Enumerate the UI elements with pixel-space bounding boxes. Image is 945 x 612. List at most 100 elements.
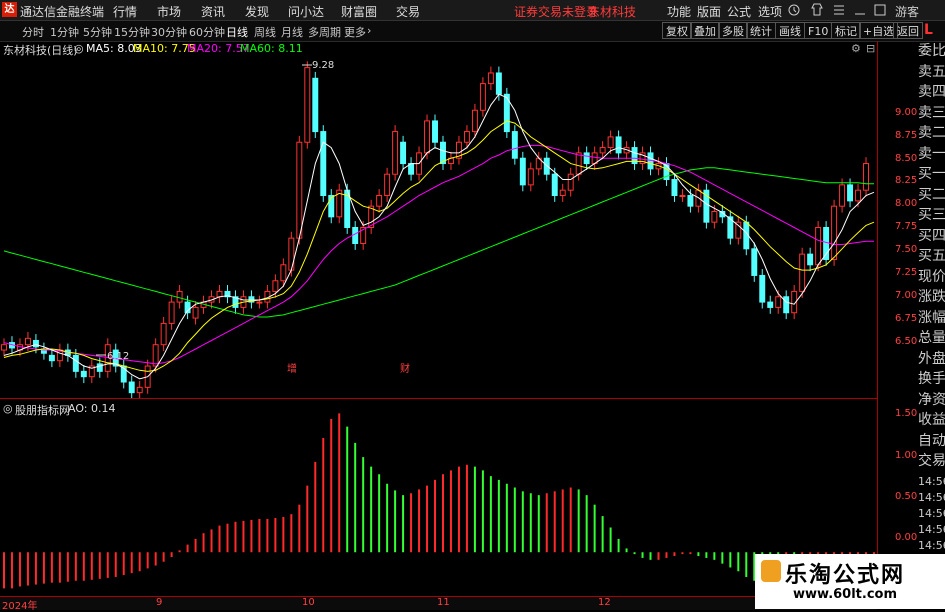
- period-30min[interactable]: 30分钟: [151, 24, 187, 40]
- candle-body: [615, 136, 622, 154]
- history-icon[interactable]: [788, 4, 800, 16]
- pane-separator: [0, 398, 877, 399]
- menu-item-ask[interactable]: 问小达: [288, 3, 324, 20]
- chevron-right-icon[interactable]: ›: [367, 24, 371, 37]
- candle-body: [575, 152, 582, 175]
- candle-body: [136, 386, 143, 394]
- period-1min[interactable]: 1分钟: [50, 24, 79, 40]
- candle-body: [551, 173, 558, 197]
- side-panel-label: 卖五: [918, 63, 945, 80]
- side-panel-label: 14:56: [918, 538, 945, 552]
- overlay-button[interactable]: 叠加: [690, 22, 720, 39]
- f10-button[interactable]: F10: [804, 22, 833, 39]
- date-label: 10: [302, 597, 315, 608]
- date-axis: 2024年 9 10 11 12: [0, 596, 877, 612]
- high-price-label: 9.28: [312, 60, 335, 71]
- candle-body: [687, 195, 694, 207]
- side-panel-label: 卖二: [918, 125, 945, 141]
- candle-body: [304, 67, 311, 143]
- price-tick: 7.25: [895, 267, 918, 278]
- candle-body: [799, 253, 806, 292]
- period-daily[interactable]: 日线: [226, 24, 248, 40]
- quote-side-panel: 委比 卖五 卖四 卖三 卖二 卖一 买一 买二 买三 买四 买五 现价 涨跌 涨幅 总量 外盘 换手 净资 收益 自动…: [918, 41, 945, 584]
- candle-body: [831, 205, 838, 260]
- minimize-icon[interactable]: [854, 4, 866, 16]
- indicator-title: 股朋指标网: [15, 404, 70, 417]
- side-panel-label: 涨幅: [918, 309, 945, 326]
- candle-body: [519, 157, 526, 186]
- candle-body: [839, 184, 846, 207]
- candle-body: [607, 136, 614, 149]
- menu-lines-icon[interactable]: [833, 4, 845, 16]
- menu-item-market[interactable]: 市场: [157, 3, 181, 20]
- side-panel-label: 卖一: [918, 145, 945, 162]
- menu-item-news[interactable]: 资讯: [201, 3, 225, 20]
- candle-body: [479, 83, 486, 111]
- period-15min[interactable]: 15分钟: [114, 24, 150, 40]
- candle-body: [392, 131, 399, 175]
- menu-item-options[interactable]: 选项: [758, 3, 782, 20]
- side-panel-label: 卖四: [918, 84, 945, 100]
- price-chart[interactable]: [0, 41, 877, 398]
- draw-line-button[interactable]: 画线: [775, 22, 805, 39]
- maximize-icon[interactable]: [874, 4, 886, 16]
- ao-tick: 0.00: [895, 532, 918, 543]
- candle-body: [216, 290, 223, 298]
- period-5min[interactable]: 5分钟: [83, 24, 112, 40]
- price-tick: 7.00: [895, 290, 918, 301]
- side-panel-label: 自动: [918, 432, 945, 449]
- ao-tick: 1.00: [895, 450, 918, 461]
- menu-item-wealth[interactable]: 财富圈: [341, 3, 377, 20]
- event-mark-increase[interactable]: 增: [287, 360, 297, 375]
- stats-button[interactable]: 统计: [746, 22, 776, 39]
- candle-body: [855, 189, 862, 202]
- period-60min[interactable]: 60分钟: [189, 24, 225, 40]
- candle-body: [352, 226, 359, 244]
- guest-user[interactable]: 游客: [895, 3, 919, 20]
- skin-icon[interactable]: [811, 3, 823, 16]
- login-notice[interactable]: 证券交易未登录: [514, 3, 598, 20]
- side-panel-label: 净资: [918, 391, 945, 408]
- candle-body: [48, 354, 55, 362]
- candle-body: [511, 131, 518, 159]
- candle-body: [72, 354, 79, 372]
- period-weekly[interactable]: 周线: [254, 24, 276, 40]
- menu-item-trade[interactable]: 交易: [396, 3, 420, 20]
- candle-body: [152, 344, 159, 367]
- candle-body: [679, 195, 686, 198]
- back-button[interactable]: 返回: [893, 22, 923, 39]
- mark-button[interactable]: 标记: [831, 22, 861, 39]
- side-panel-label: 收益: [918, 412, 945, 428]
- menu-item-func[interactable]: 功能: [667, 3, 691, 20]
- candle-body: [128, 381, 135, 394]
- menu-item-hq[interactable]: 行情: [113, 3, 137, 20]
- candle-body: [168, 301, 175, 324]
- period-multi[interactable]: 多周期: [308, 24, 341, 40]
- event-mark-finance[interactable]: 财: [400, 360, 410, 375]
- candle-body: [192, 306, 199, 319]
- price-tick: 6.75: [895, 313, 918, 324]
- menu-item-layout[interactable]: 版面: [697, 3, 721, 20]
- side-panel-label: 卖三: [918, 104, 945, 121]
- candle-body: [471, 109, 478, 133]
- side-panel-label: 总量: [918, 330, 945, 346]
- period-intraday[interactable]: 分时: [22, 24, 44, 40]
- side-panel-label: 外盘: [918, 350, 945, 367]
- candle-body: [583, 152, 590, 165]
- period-more[interactable]: 更多: [344, 24, 366, 40]
- indicator-chart[interactable]: [0, 400, 877, 596]
- candle-body: [711, 211, 718, 223]
- candle-body: [671, 179, 678, 197]
- period-monthly[interactable]: 月线: [281, 24, 303, 40]
- menu-item-discover[interactable]: 发现: [245, 3, 269, 20]
- menu-item-formula[interactable]: 公式: [727, 3, 751, 20]
- candle-body: [527, 168, 534, 186]
- multi-stock-button[interactable]: 多股: [718, 22, 748, 39]
- side-panel-label: 现价: [918, 268, 945, 285]
- period-toolbar: 分时 1分钟 5分钟 15分钟 30分钟 60分钟 日线 周线 月线 多周期 更…: [0, 21, 945, 42]
- indicator-toggle-icon[interactable]: ◎: [3, 402, 13, 415]
- adjust-button[interactable]: 复权: [662, 22, 692, 39]
- candle-body: [96, 363, 103, 372]
- candle-body: [176, 290, 183, 303]
- app-logo-icon: 达: [2, 2, 17, 17]
